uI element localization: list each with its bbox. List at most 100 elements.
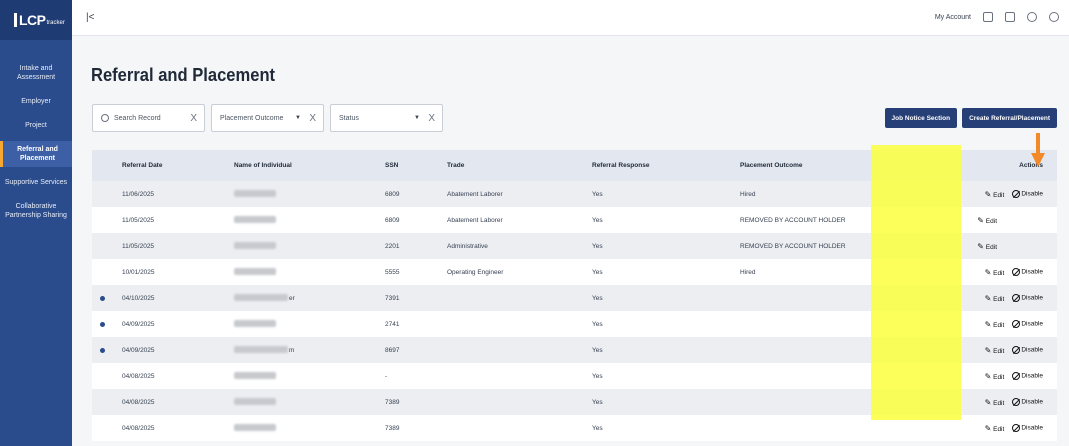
individual-name xyxy=(234,398,277,406)
help-icon[interactable] xyxy=(1005,12,1015,22)
pencil-icon: ✎ xyxy=(984,371,992,381)
edit-button[interactable]: ✎ Edit xyxy=(977,242,997,251)
placement-outcome: Hired xyxy=(740,268,756,276)
sidebar-item[interactable]: Employer xyxy=(0,93,72,110)
fullscreen-icon[interactable] xyxy=(983,12,993,22)
individual-name xyxy=(234,190,277,198)
disable-icon xyxy=(1012,346,1021,354)
disable-label: Disable xyxy=(1021,294,1043,302)
clear-search-icon[interactable]: X xyxy=(190,113,197,124)
referral-response: Yes xyxy=(592,216,603,224)
referral-date: 10/01/2025 xyxy=(122,268,155,276)
pencil-icon: ✎ xyxy=(984,397,992,407)
name-suffix: er xyxy=(289,294,295,302)
unread-dot xyxy=(100,347,105,353)
app-logo[interactable]: LCP tracker xyxy=(0,0,72,40)
disable-button[interactable]: Disable xyxy=(1012,372,1043,380)
create-referral-button[interactable]: Create Referral/Placement xyxy=(962,108,1057,128)
individual-name: er xyxy=(234,294,295,302)
sidebar-item[interactable]: Project xyxy=(0,117,72,134)
column-header[interactable]: Referral Date xyxy=(122,162,162,169)
disable-label: Disable xyxy=(1021,190,1043,198)
redacted-name xyxy=(234,424,276,432)
disable-button[interactable]: Disable xyxy=(1012,320,1043,328)
placement-outcome-select[interactable]: Placement Outcome ▼ X xyxy=(211,104,324,132)
disable-button[interactable]: Disable xyxy=(1012,346,1043,354)
chevron-down-icon[interactable]: ▼ xyxy=(414,115,420,121)
placement-outcome: REMOVED BY ACCOUNT HOLDER xyxy=(740,216,846,224)
top-bar: |< My Account xyxy=(72,0,1069,36)
referral-date: 04/10/2025 xyxy=(122,294,155,302)
row-actions: ✎ Edit Disable xyxy=(985,320,1043,329)
clear-outcome-icon[interactable]: X xyxy=(309,113,316,124)
placement-outcome-label: Placement Outcome xyxy=(220,114,284,122)
edit-button[interactable]: ✎ Edit xyxy=(985,190,1005,199)
disable-icon xyxy=(1012,398,1021,406)
column-header[interactable]: Placement Outcome xyxy=(740,162,803,169)
row-actions: ✎ Edit Disable xyxy=(985,294,1043,303)
sidebar-item[interactable]: Collaborative Partnership Sharing xyxy=(0,198,72,224)
disable-button[interactable]: Disable xyxy=(1012,424,1043,432)
redacted-name xyxy=(234,320,276,328)
collapse-sidebar-icon[interactable]: |< xyxy=(86,12,94,23)
edit-button[interactable]: ✎ Edit xyxy=(985,372,1005,381)
referral-date: 04/09/2025 xyxy=(122,346,155,354)
row-actions: ✎ Edit xyxy=(977,242,1043,251)
trade: Abatement Laborer xyxy=(447,190,503,198)
edit-button[interactable]: ✎ Edit xyxy=(985,268,1005,277)
globe-icon[interactable] xyxy=(1027,12,1037,22)
edit-label: Edit xyxy=(993,321,1005,329)
disable-label: Disable xyxy=(1021,398,1043,406)
sidebar-item[interactable]: Intake and Assessment xyxy=(0,60,72,86)
ssn: 2741 xyxy=(385,320,400,328)
referral-response: Yes xyxy=(592,242,603,250)
status-select[interactable]: Status ▼ X xyxy=(330,104,443,132)
pencil-icon: ✎ xyxy=(984,267,992,277)
edit-button[interactable]: ✎ Edit xyxy=(985,320,1005,329)
referral-date: 04/08/2025 xyxy=(122,372,155,380)
chevron-down-icon[interactable]: ▼ xyxy=(295,115,301,121)
pencil-icon: ✎ xyxy=(977,215,984,225)
trade: Abatement Laborer xyxy=(447,216,503,224)
individual-name xyxy=(234,216,277,224)
referral-date: 11/06/2025 xyxy=(122,190,155,198)
column-header[interactable]: SSN xyxy=(385,162,398,169)
sidebar-nav: Intake and Assessment Employer Project Refe… xyxy=(0,60,72,224)
ssn: - xyxy=(385,372,388,380)
pencil-icon: ✎ xyxy=(984,189,992,199)
logo-subtext: tracker xyxy=(46,20,65,26)
disable-button[interactable]: Disable xyxy=(1012,398,1043,406)
disable-button[interactable]: Disable xyxy=(1012,190,1043,198)
sidebar-item[interactable]: Referral and Placement xyxy=(0,141,72,167)
edit-button[interactable]: ✎ Edit xyxy=(985,398,1005,407)
job-notice-button[interactable]: Job Notice Section xyxy=(884,108,958,128)
edit-label: Edit xyxy=(993,295,1005,303)
individual-name xyxy=(234,268,277,276)
actions-highlight xyxy=(871,145,961,420)
referral-response: Yes xyxy=(592,398,603,406)
pencil-icon: ✎ xyxy=(984,423,992,433)
edit-button[interactable]: ✎ Edit xyxy=(985,346,1005,355)
annotation-arrow xyxy=(1031,133,1045,169)
disable-button[interactable]: Disable xyxy=(1012,294,1043,302)
column-header[interactable]: Referral Response xyxy=(592,162,649,169)
sidebar-item[interactable]: Supportive Services xyxy=(0,174,72,191)
name-suffix: m xyxy=(289,346,295,354)
clear-status-icon[interactable]: X xyxy=(428,113,435,124)
edit-button[interactable]: ✎ Edit xyxy=(985,424,1005,433)
unread-dot xyxy=(100,321,105,327)
edit-button[interactable]: ✎ Edit xyxy=(985,294,1005,303)
my-account-link[interactable]: My Account xyxy=(935,14,971,21)
referral-response: Yes xyxy=(592,424,603,432)
disable-label: Disable xyxy=(1021,424,1043,432)
user-icon[interactable] xyxy=(1049,12,1059,22)
disable-button[interactable]: Disable xyxy=(1012,268,1043,276)
referral-response: Yes xyxy=(592,346,603,354)
edit-button[interactable]: ✎ Edit xyxy=(977,216,997,225)
column-header[interactable]: Name of Individual xyxy=(234,162,292,169)
column-header[interactable]: Trade xyxy=(447,162,464,169)
disable-label: Disable xyxy=(1021,346,1043,354)
logo-bar xyxy=(14,13,17,27)
redacted-name xyxy=(234,346,288,354)
search-input[interactable]: Search Record X xyxy=(92,104,205,132)
